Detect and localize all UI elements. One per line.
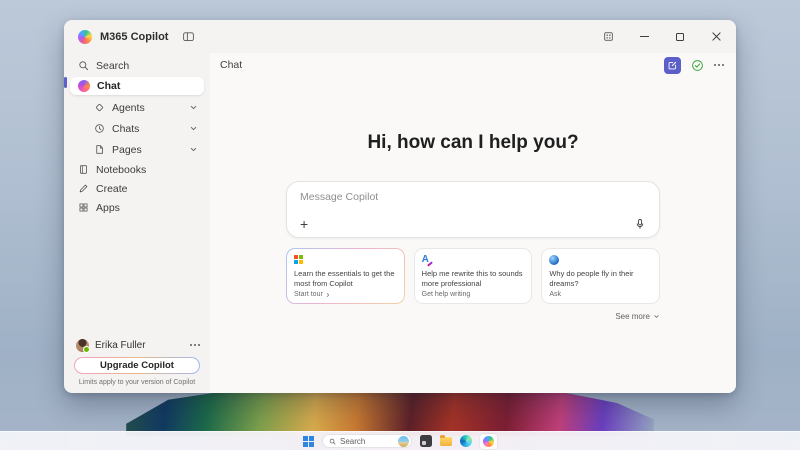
search-highlight-thumbnail [398,436,409,447]
upgrade-copilot-button[interactable]: Upgrade Copilot [74,357,200,374]
start-button[interactable] [303,436,314,447]
app-window: M365 Copilot Search [64,20,736,393]
apps-grid-icon [78,202,89,213]
user-avatar [76,339,89,352]
chat-center-column: Hi, how can I help you? Message Copilot … [286,77,660,321]
composer-toolbar: + [300,218,646,230]
sidebar-item-search[interactable]: Search [64,57,210,74]
notebook-icon [78,164,89,175]
see-more-link[interactable]: See more [286,312,660,321]
m365-copilot-taskbar-button[interactable] [480,434,497,449]
sidebar-spacer [64,217,210,336]
card-action[interactable]: Ask [549,291,652,298]
chat-pane: Chat Hi, how can I help you? M [210,53,736,393]
message-input[interactable]: Message Copilot + [286,181,660,238]
chat-more-options-icon[interactable] [714,64,724,66]
copilot-chat-icon [78,80,90,92]
sidebar-item-chats[interactable]: Chats [64,119,210,138]
minimize-button[interactable] [630,24,658,50]
window-title: M365 Copilot [100,31,168,43]
sidebar-agents-label: Agents [112,102,145,114]
message-input-placeholder: Message Copilot [300,191,646,203]
card-text: Help me rewrite this to sounds more prof… [422,269,525,288]
history-clock-icon [94,123,105,134]
close-button[interactable] [702,24,730,50]
greeting-heading: Hi, how can I help you? [286,132,660,154]
sidebar-item-pages[interactable]: Pages [64,140,210,159]
suggestion-card-dreams[interactable]: Why do people fly in their dreams? Ask [541,248,660,304]
file-explorer-icon[interactable] [440,437,452,446]
card-text: Learn the essentials to get the most fro… [294,269,397,288]
dream-sphere-icon [549,255,652,266]
agents-icon [94,102,105,113]
account-more-icon[interactable] [190,344,200,346]
colorful-grid-icon [294,255,397,266]
pages-icon [94,144,105,155]
sidebar-item-apps[interactable]: Apps [64,199,210,216]
task-view-icon[interactable] [420,435,432,447]
account-row[interactable]: Erika Fuller [64,336,210,354]
search-icon [78,60,89,71]
edge-browser-icon[interactable] [460,435,472,447]
sidebar-create-label: Create [96,183,128,195]
suggestion-cards: Learn the essentials to get the most fro… [286,248,660,304]
taskbar-search-label: Search [340,437,365,446]
sidebar-item-chat[interactable]: Chat [70,77,204,95]
chat-header-label: Chat [220,59,242,71]
m365-copilot-icon [483,436,494,447]
desktop: M365 Copilot Search [0,0,800,450]
new-chat-button[interactable] [664,57,681,74]
suggestion-card-learn[interactable]: Learn the essentials to get the most fro… [286,248,405,304]
sidebar-apps-label: Apps [96,202,120,214]
protected-shield-check-icon[interactable] [691,59,704,72]
microphone-icon[interactable] [634,218,646,230]
sidebar: Search Chat Agents [64,53,210,393]
chevron-down-icon [189,145,198,154]
sidebar-chats-label: Chats [112,123,139,135]
add-attachment-icon[interactable]: + [300,219,308,229]
taskbar-search[interactable]: Search [322,434,412,448]
sidebar-item-create[interactable]: Create [64,180,210,197]
taskbar: Search [0,431,800,450]
upgrade-note: Limits apply to your version of Copilot [64,379,210,386]
chevron-right-icon [325,292,331,298]
account-name: Erika Fuller [95,340,146,351]
sidebar-search-label: Search [96,60,129,72]
chevron-down-icon [653,313,660,320]
sidebar-notebooks-label: Notebooks [96,164,146,176]
chat-header: Chat [210,53,736,77]
sidebar-item-agents[interactable]: Agents [64,98,210,117]
card-action[interactable]: Get help writing [422,291,525,298]
chat-header-actions [664,57,724,74]
chevron-down-icon [189,103,198,112]
sidebar-chat-label: Chat [97,80,120,92]
maximize-button[interactable] [666,24,694,50]
window-action-icon[interactable] [594,24,622,50]
selected-item-indicator [64,77,67,88]
suggestion-card-rewrite[interactable]: A Help me rewrite this to sounds more pr… [414,248,533,304]
card-text: Why do people fly in their dreams? [549,269,652,288]
sidebar-toggle-icon[interactable] [182,30,195,43]
create-pen-icon [78,183,89,194]
sidebar-item-notebooks[interactable]: Notebooks [64,161,210,178]
window-titlebar: M365 Copilot [64,20,736,53]
chevron-down-icon [189,124,198,133]
rewrite-a-pen-icon: A [422,255,525,266]
app-body: Search Chat Agents [64,53,736,393]
sidebar-pages-label: Pages [112,144,142,156]
search-icon [329,438,336,445]
card-action[interactable]: Start tour [294,291,397,298]
copilot-logo-icon [78,30,92,44]
